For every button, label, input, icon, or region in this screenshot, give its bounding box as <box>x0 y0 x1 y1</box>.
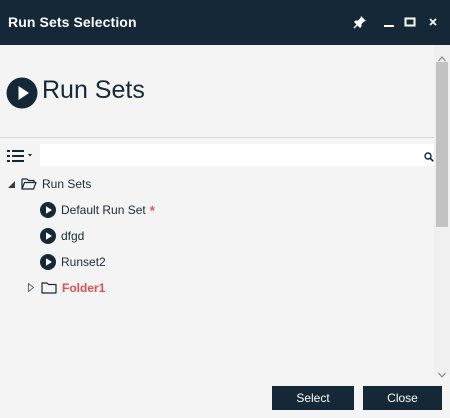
vertical-scrollbar[interactable] <box>434 45 450 378</box>
maximize-icon[interactable] <box>401 13 419 31</box>
pin-icon[interactable] <box>351 13 369 31</box>
expand-arrow-icon[interactable] <box>28 281 36 295</box>
dialog-content: Run Sets Run Sets Default Run Set * dfgd… <box>0 45 450 418</box>
title-bar: Run Sets Selection <box>0 0 450 45</box>
tree-folder-label: Folder1 <box>62 281 106 295</box>
scrollbar-thumb[interactable] <box>436 62 448 227</box>
collapse-arrow-icon[interactable] <box>8 177 17 191</box>
page-header: Run Sets <box>0 45 434 137</box>
tree-toolbar <box>0 143 436 169</box>
tree-item-label: Default Run Set <box>61 203 146 217</box>
play-circle-icon <box>40 202 56 218</box>
close-button[interactable]: Close <box>363 386 442 410</box>
folder-open-icon <box>21 177 37 191</box>
modified-marker: * <box>149 202 155 218</box>
tree-item-folder1[interactable]: Folder1 <box>28 277 105 299</box>
divider <box>0 137 434 138</box>
play-circle-icon <box>40 254 56 270</box>
search-icon[interactable] <box>424 149 434 162</box>
close-icon[interactable] <box>424 13 442 31</box>
tree-root-label: Run Sets <box>42 177 92 191</box>
tree-item-dfgd[interactable]: dfgd <box>40 225 84 247</box>
list-menu-icon[interactable] <box>7 149 35 163</box>
folder-icon <box>41 281 57 295</box>
tree-item-label: dfgd <box>61 229 85 243</box>
page-title: Run Sets <box>42 76 145 104</box>
scroll-down-icon[interactable] <box>438 365 446 383</box>
tree-item-runset2[interactable]: Runset2 <box>40 251 106 273</box>
select-button[interactable]: Select <box>272 386 354 410</box>
tree-root-run-sets[interactable]: Run Sets <box>8 173 91 195</box>
play-circle-icon <box>6 77 38 114</box>
window-title: Run Sets Selection <box>8 14 137 30</box>
play-circle-icon <box>40 228 56 244</box>
tree-item-label: Runset2 <box>61 255 106 269</box>
search-input[interactable] <box>40 144 436 166</box>
tree-item-default-run-set[interactable]: Default Run Set * <box>40 199 155 221</box>
minimize-icon[interactable] <box>380 13 398 31</box>
